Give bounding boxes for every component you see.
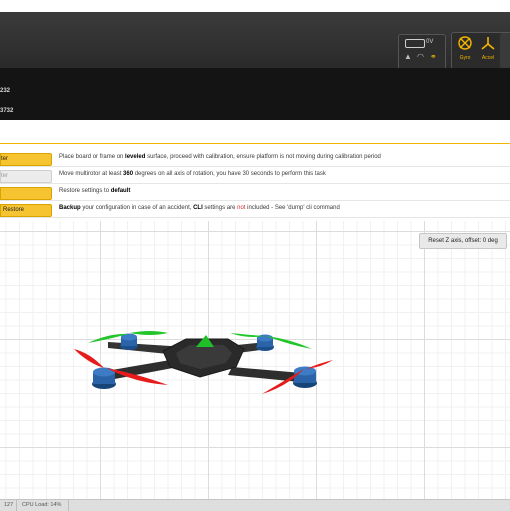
info-bar: 232 3732	[0, 68, 510, 120]
status-bar: 127 CPU Load: 14%	[0, 499, 510, 511]
sensor-extra	[500, 33, 510, 69]
gyro-icon	[458, 36, 472, 50]
action-description: Place board or frame on leveled surface,…	[59, 154, 381, 160]
window-top-margin	[0, 0, 510, 12]
info-line-2: 3732	[0, 108, 14, 114]
sensor-gyro: Gyro	[453, 33, 477, 69]
calibrate-accelerometer-button[interactable]: ter	[0, 153, 52, 166]
action-row-backup: Restore Backup your configuration in cas…	[0, 201, 510, 218]
accel-icon	[481, 37, 495, 50]
action-row-reset: Restore settings to default	[0, 184, 510, 201]
header-bar: 0V ▲ ◠ ⚭ Gyro Accel	[0, 12, 510, 70]
section-top-rule	[0, 143, 510, 144]
action-description: Restore settings to default	[59, 188, 131, 194]
sensor-accel-label: Accel	[481, 55, 495, 61]
backup-restore-label: Restore	[3, 207, 25, 213]
info-line-1: 232	[0, 88, 11, 94]
status-separator	[16, 500, 17, 511]
motor-rear-right	[293, 366, 317, 388]
sensor-gyro-label: Gyro	[459, 55, 471, 61]
backup-restore-button[interactable]: Restore	[0, 204, 52, 217]
status-separator	[68, 500, 69, 511]
sensor-accel: Accel	[476, 33, 500, 69]
battery-icon	[405, 39, 425, 48]
sensor-status-group: Gyro Accel	[451, 32, 510, 70]
cpu-load: CPU Load: 14%	[22, 502, 62, 508]
quadcopter-model	[74, 331, 333, 394]
action-description: Backup your configuration in case of an …	[59, 205, 340, 211]
status-value: 127	[4, 502, 14, 508]
action-description: Move multirotor at least 360 degrees on …	[59, 171, 326, 177]
warning-icon: ▲	[404, 52, 412, 61]
model-viewport[interactable]	[0, 221, 510, 499]
action-row-calibrate-accel: ter Place board or frame on leveled surf…	[0, 150, 510, 167]
battery-voltage: 0V	[426, 39, 434, 45]
motor-front-left	[120, 333, 138, 350]
link-icon: ⚭	[430, 52, 437, 61]
battery-indicator: 0V ▲ ◠ ⚭	[398, 34, 446, 70]
reset-z-axis-button[interactable]: Reset Z axis, offset: 0 deg	[419, 233, 507, 249]
action-row-calibrate-mag: ter Move multirotor at least 360 degrees…	[0, 167, 510, 184]
reset-settings-button[interactable]	[0, 187, 52, 200]
calibrate-magnetometer-button[interactable]: ter	[0, 170, 52, 183]
wifi-icon: ◠	[417, 52, 424, 61]
